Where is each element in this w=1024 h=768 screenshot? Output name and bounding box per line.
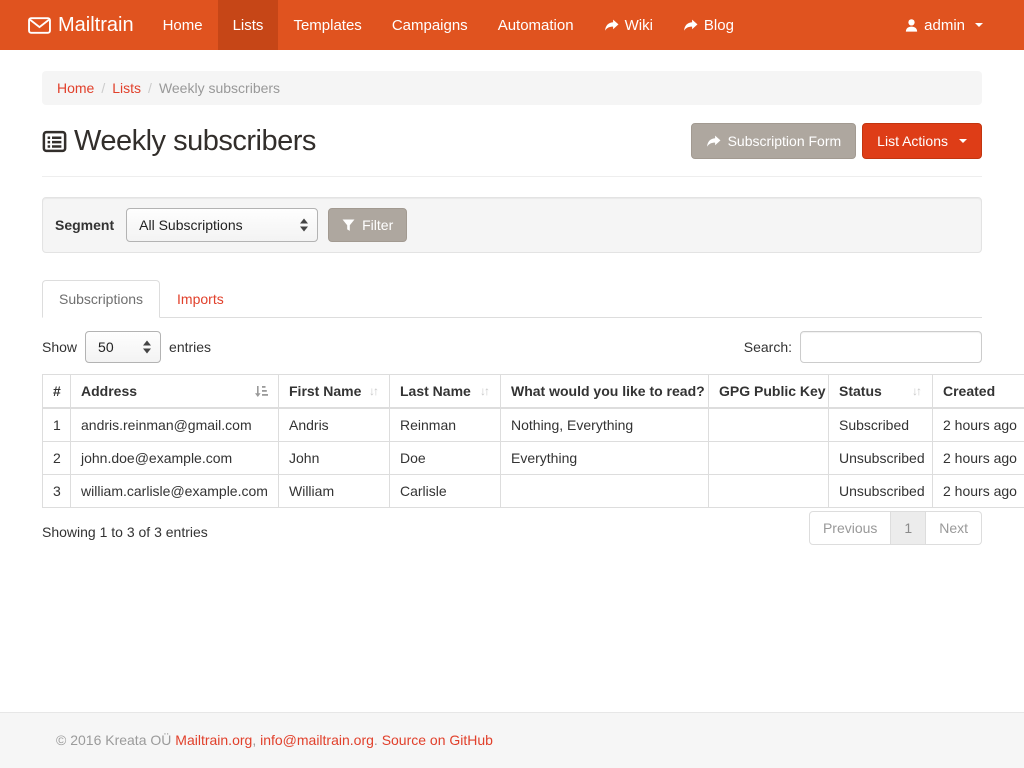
user-label: admin bbox=[924, 17, 965, 34]
cell-last-name: Doe bbox=[390, 442, 501, 475]
cell-status: Subscribed bbox=[829, 408, 933, 442]
subscribers-table: # Address First Name↓↑ Last Name↓↑ What … bbox=[42, 374, 1024, 508]
nav-item-blog[interactable]: Blog bbox=[668, 0, 749, 50]
cell-first-name: William bbox=[279, 475, 390, 508]
page-title: Weekly subscribers bbox=[42, 125, 316, 158]
pagination: Previous 1 Next bbox=[809, 511, 982, 545]
filter-button[interactable]: Filter bbox=[328, 208, 407, 242]
col-header-last-name[interactable]: Last Name↓↑ bbox=[390, 375, 501, 409]
breadcrumb-lists[interactable]: Lists bbox=[112, 80, 141, 96]
brand-logo[interactable]: Mailtrain bbox=[28, 0, 148, 50]
cell-address: andris.reinman@gmail.com bbox=[71, 408, 279, 442]
mailtrain-org-link[interactable]: Mailtrain.org bbox=[175, 732, 252, 748]
sort-asc-icon bbox=[254, 385, 268, 398]
table-header-row: # Address First Name↓↑ Last Name↓↑ What … bbox=[43, 375, 1024, 409]
entries-label: entries bbox=[169, 339, 211, 355]
select-arrows-icon bbox=[300, 219, 308, 232]
col-header-first-name[interactable]: First Name↓↑ bbox=[279, 375, 390, 409]
page-footer: © 2016 Kreata OÜ Mailtrain.org, info@mai… bbox=[0, 712, 1024, 768]
breadcrumb-home[interactable]: Home bbox=[57, 80, 94, 96]
sort-icon: ↓↑ bbox=[480, 384, 490, 398]
share-arrow-icon bbox=[604, 19, 619, 32]
cell-created: 2 hours ago bbox=[933, 408, 1024, 442]
search-input[interactable] bbox=[800, 331, 982, 363]
pagination-page-1[interactable]: 1 bbox=[891, 511, 926, 545]
user-icon bbox=[905, 19, 918, 32]
copyright-text: © 2016 Kreata OÜ bbox=[56, 732, 171, 748]
chevron-down-icon bbox=[975, 23, 983, 27]
cell-gpg bbox=[709, 442, 829, 475]
tab-bar: Subscriptions Imports bbox=[42, 280, 982, 318]
segment-label: Segment bbox=[55, 217, 114, 233]
pagination-next[interactable]: Next bbox=[926, 511, 982, 545]
share-arrow-icon bbox=[683, 19, 698, 32]
entries-summary: Showing 1 to 3 of 3 entries bbox=[42, 511, 208, 540]
segment-panel: Segment All Subscriptions Filter bbox=[42, 197, 982, 253]
chevron-down-icon bbox=[959, 139, 967, 143]
segment-select[interactable]: All Subscriptions bbox=[126, 208, 318, 242]
col-header-gpg[interactable]: GPG Public Key bbox=[709, 375, 829, 409]
cell-last-name: Reinman bbox=[390, 408, 501, 442]
cell-gpg bbox=[709, 408, 829, 442]
cell-interests bbox=[501, 475, 709, 508]
breadcrumb-current: Weekly subscribers bbox=[159, 80, 280, 96]
nav-item-campaigns[interactable]: Campaigns bbox=[377, 0, 483, 50]
top-navbar: Mailtrain Home Lists Templates Campaigns… bbox=[0, 0, 1024, 50]
cell-first-name: Andris bbox=[279, 408, 390, 442]
page-size-select[interactable]: 50 bbox=[85, 331, 161, 363]
cell-status: Unsubscribed bbox=[829, 475, 933, 508]
nav-item-templates[interactable]: Templates bbox=[278, 0, 376, 50]
cell-created: 2 hours ago bbox=[933, 475, 1024, 508]
divider bbox=[42, 176, 982, 177]
cell-gpg bbox=[709, 475, 829, 508]
list-alt-icon bbox=[42, 129, 67, 154]
mailtrain-page: Mailtrain Home Lists Templates Campaigns… bbox=[0, 0, 1024, 768]
cell-created: 2 hours ago bbox=[933, 442, 1024, 475]
email-link[interactable]: info@mailtrain.org bbox=[260, 732, 374, 748]
col-header-index: # bbox=[43, 375, 71, 409]
table-row[interactable]: 1 andris.reinman@gmail.com Andris Reinma… bbox=[43, 408, 1024, 442]
select-arrows-icon bbox=[143, 341, 151, 354]
subscription-form-button[interactable]: Subscription Form bbox=[691, 123, 857, 159]
brand-label: Mailtrain bbox=[58, 14, 134, 37]
table-row[interactable]: 3 william.carlisle@example.com William C… bbox=[43, 475, 1024, 508]
envelope-icon bbox=[28, 17, 51, 34]
col-header-address[interactable]: Address bbox=[71, 375, 279, 409]
sort-icon: ↓↑ bbox=[369, 384, 379, 398]
tab-imports[interactable]: Imports bbox=[160, 280, 241, 318]
cell-status: Unsubscribed bbox=[829, 442, 933, 475]
table-row[interactable]: 2 john.doe@example.com John Doe Everythi… bbox=[43, 442, 1024, 475]
user-menu[interactable]: admin bbox=[890, 0, 998, 50]
table-controls: Show 50 entries Search: bbox=[42, 331, 982, 363]
col-header-status[interactable]: Status↓↑ bbox=[829, 375, 933, 409]
nav-item-wiki[interactable]: Wiki bbox=[589, 0, 668, 50]
pagination-previous[interactable]: Previous bbox=[809, 511, 891, 545]
breadcrumb: Home / Lists / Weekly subscribers bbox=[42, 71, 982, 105]
col-header-interests[interactable]: What would you like to read? bbox=[501, 375, 709, 409]
nav-item-home[interactable]: Home bbox=[148, 0, 218, 50]
nav-item-lists[interactable]: Lists bbox=[218, 0, 279, 50]
sort-icon: ↓↑ bbox=[912, 384, 922, 398]
cell-address: william.carlisle@example.com bbox=[71, 475, 279, 508]
tab-subscriptions[interactable]: Subscriptions bbox=[42, 280, 160, 318]
show-label: Show bbox=[42, 339, 77, 355]
cell-first-name: John bbox=[279, 442, 390, 475]
search-label: Search: bbox=[744, 339, 792, 355]
cell-address: john.doe@example.com bbox=[71, 442, 279, 475]
github-link[interactable]: Source on GitHub bbox=[382, 732, 493, 748]
col-header-created[interactable]: Created bbox=[933, 375, 1024, 409]
nav-item-automation[interactable]: Automation bbox=[483, 0, 589, 50]
funnel-icon bbox=[342, 219, 355, 232]
cell-interests: Nothing, Everything bbox=[501, 408, 709, 442]
cell-interests: Everything bbox=[501, 442, 709, 475]
list-actions-button[interactable]: List Actions bbox=[862, 123, 982, 159]
cell-last-name: Carlisle bbox=[390, 475, 501, 508]
share-arrow-icon bbox=[706, 135, 721, 148]
